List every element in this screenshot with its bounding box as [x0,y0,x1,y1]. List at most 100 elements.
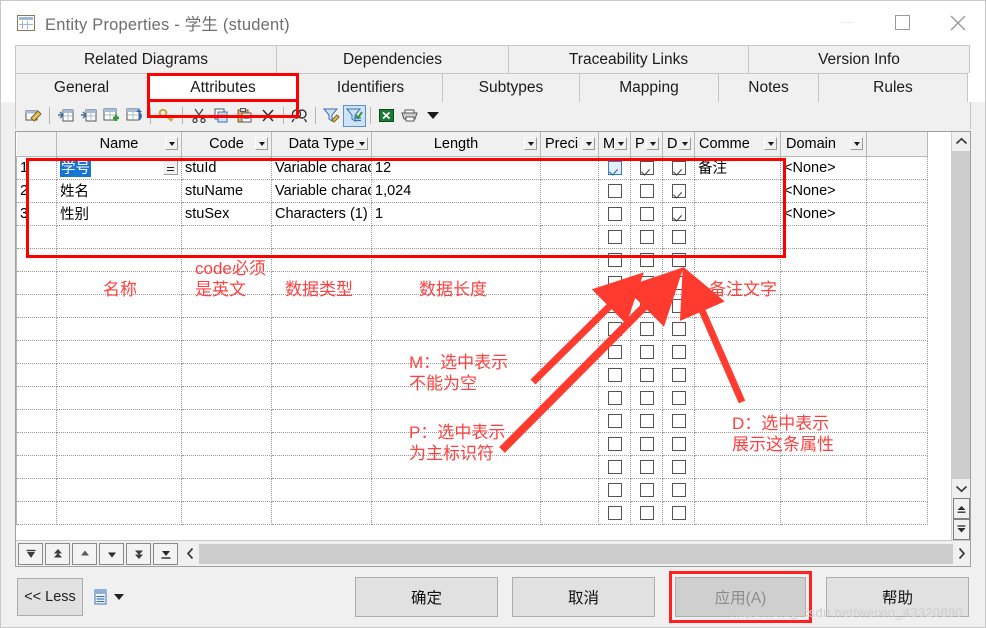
cell-mandatory[interactable] [598,432,631,456]
chevron-down-icon[interactable] [614,137,627,150]
checkbox-displayed[interactable] [671,367,686,382]
cell-mandatory[interactable] [598,478,631,502]
page-up-icon[interactable] [953,498,970,519]
cell-mandatory[interactable] [598,225,631,249]
prev-row-icon[interactable] [72,542,97,565]
cell-comment[interactable] [694,179,781,203]
tab-traceability-links[interactable]: Traceability Links [508,45,749,73]
checkbox-mandatory[interactable] [607,275,622,290]
tab-dependencies[interactable]: Dependencies [276,45,509,73]
cell-datatype[interactable] [271,248,372,272]
table-row-empty[interactable] [16,317,928,341]
cell-datatype[interactable] [271,386,372,410]
cell-code[interactable] [181,455,272,479]
cell-code[interactable] [181,409,272,433]
row-number[interactable] [16,432,57,456]
cell-preci[interactable] [540,363,599,387]
cell-code[interactable] [181,501,272,525]
insert-row-icon[interactable] [54,105,77,127]
scroll-down-icon[interactable] [952,479,970,498]
table-row-empty[interactable] [16,363,928,387]
cell-length[interactable] [371,409,541,433]
insert-row-after-icon[interactable] [77,105,100,127]
cell-length[interactable] [371,340,541,364]
cell-preci[interactable] [540,202,599,226]
cell-datatype[interactable]: Variable charac [271,156,372,180]
cell-name[interactable] [56,294,182,318]
chevron-down-icon[interactable] [165,137,178,150]
checkbox-primary[interactable] [639,252,654,267]
table-row-empty[interactable] [16,432,928,456]
cell-name[interactable] [56,248,182,272]
tab-identifiers[interactable]: Identifiers [298,73,443,102]
dropdown-arrow-icon[interactable] [421,105,444,127]
cell-length[interactable] [371,225,541,249]
column-header-preci[interactable]: Preci [540,132,599,157]
cell-preci[interactable] [540,501,599,525]
checkbox-displayed[interactable] [671,229,686,244]
cell-preci[interactable] [540,248,599,272]
table-row-empty[interactable] [16,294,928,318]
table-row-empty[interactable] [16,501,928,525]
cell-extra[interactable] [866,478,928,502]
cell-extra[interactable] [866,294,928,318]
cell-primary[interactable] [630,363,663,387]
checkbox-mandatory[interactable] [607,390,622,405]
cell-length[interactable] [371,455,541,479]
cell-mandatory[interactable] [598,202,631,226]
chevron-down-icon[interactable] [524,137,537,150]
cell-name[interactable] [56,432,182,456]
checkbox-mandatory[interactable] [607,505,622,520]
cell-comment[interactable] [694,432,781,456]
cell-name[interactable] [56,478,182,502]
close-button[interactable] [930,1,985,45]
cell-domain[interactable] [780,432,867,456]
table-row-empty[interactable] [16,409,928,433]
cell-preci[interactable] [540,225,599,249]
properties-icon[interactable] [22,105,45,127]
cell-preci[interactable] [540,432,599,456]
cell-length[interactable] [371,363,541,387]
cell-mandatory[interactable] [598,317,631,341]
checkbox-mandatory[interactable] [607,321,622,336]
checkbox-primary[interactable] [639,275,654,290]
cell-comment[interactable] [694,317,781,341]
chevron-down-icon[interactable] [582,137,595,150]
cell-displayed[interactable] [662,478,695,502]
row-number[interactable] [16,363,57,387]
cell-datatype[interactable] [271,225,372,249]
cell-length[interactable] [371,248,541,272]
cell-primary[interactable] [630,248,663,272]
scroll-up-icon[interactable] [952,132,970,151]
less-button[interactable]: << Less [17,578,83,616]
page-down-icon[interactable] [953,519,970,540]
cell-domain[interactable] [780,501,867,525]
cell-mandatory[interactable] [598,386,631,410]
cell-domain[interactable]: <None> [780,202,867,226]
checkbox-primary[interactable] [639,206,654,221]
checkbox-primary[interactable] [639,505,654,520]
next-page-icon[interactable] [126,542,151,565]
cell-datatype[interactable]: Variable charac [271,179,372,203]
tab-related-diagrams[interactable]: Related Diagrams [15,45,277,73]
cell-primary[interactable] [630,455,663,479]
cell-name[interactable] [56,455,182,479]
table-row[interactable]: 1 学号 stuId Variable charac 12 备注 <None> [16,156,928,180]
cell-extra[interactable] [866,501,928,525]
excel-export-icon[interactable] [375,105,398,127]
column-header-datatype[interactable]: Data Type [271,132,372,157]
chevron-down-icon[interactable] [764,137,777,150]
cell-extra[interactable] [866,432,928,456]
table-row-empty[interactable] [16,248,928,272]
checkbox-primary[interactable] [639,390,654,405]
column-header-p[interactable]: P [630,132,663,157]
cell-primary[interactable] [630,202,663,226]
cell-length[interactable] [371,294,541,318]
caret-down-icon[interactable] [114,594,124,600]
cell-code[interactable] [181,478,272,502]
cell-code[interactable] [181,248,272,272]
copy-icon[interactable] [210,105,233,127]
cell-domain[interactable] [780,386,867,410]
cell-length[interactable]: 1 [371,202,541,226]
cell-datatype[interactable] [271,271,372,295]
